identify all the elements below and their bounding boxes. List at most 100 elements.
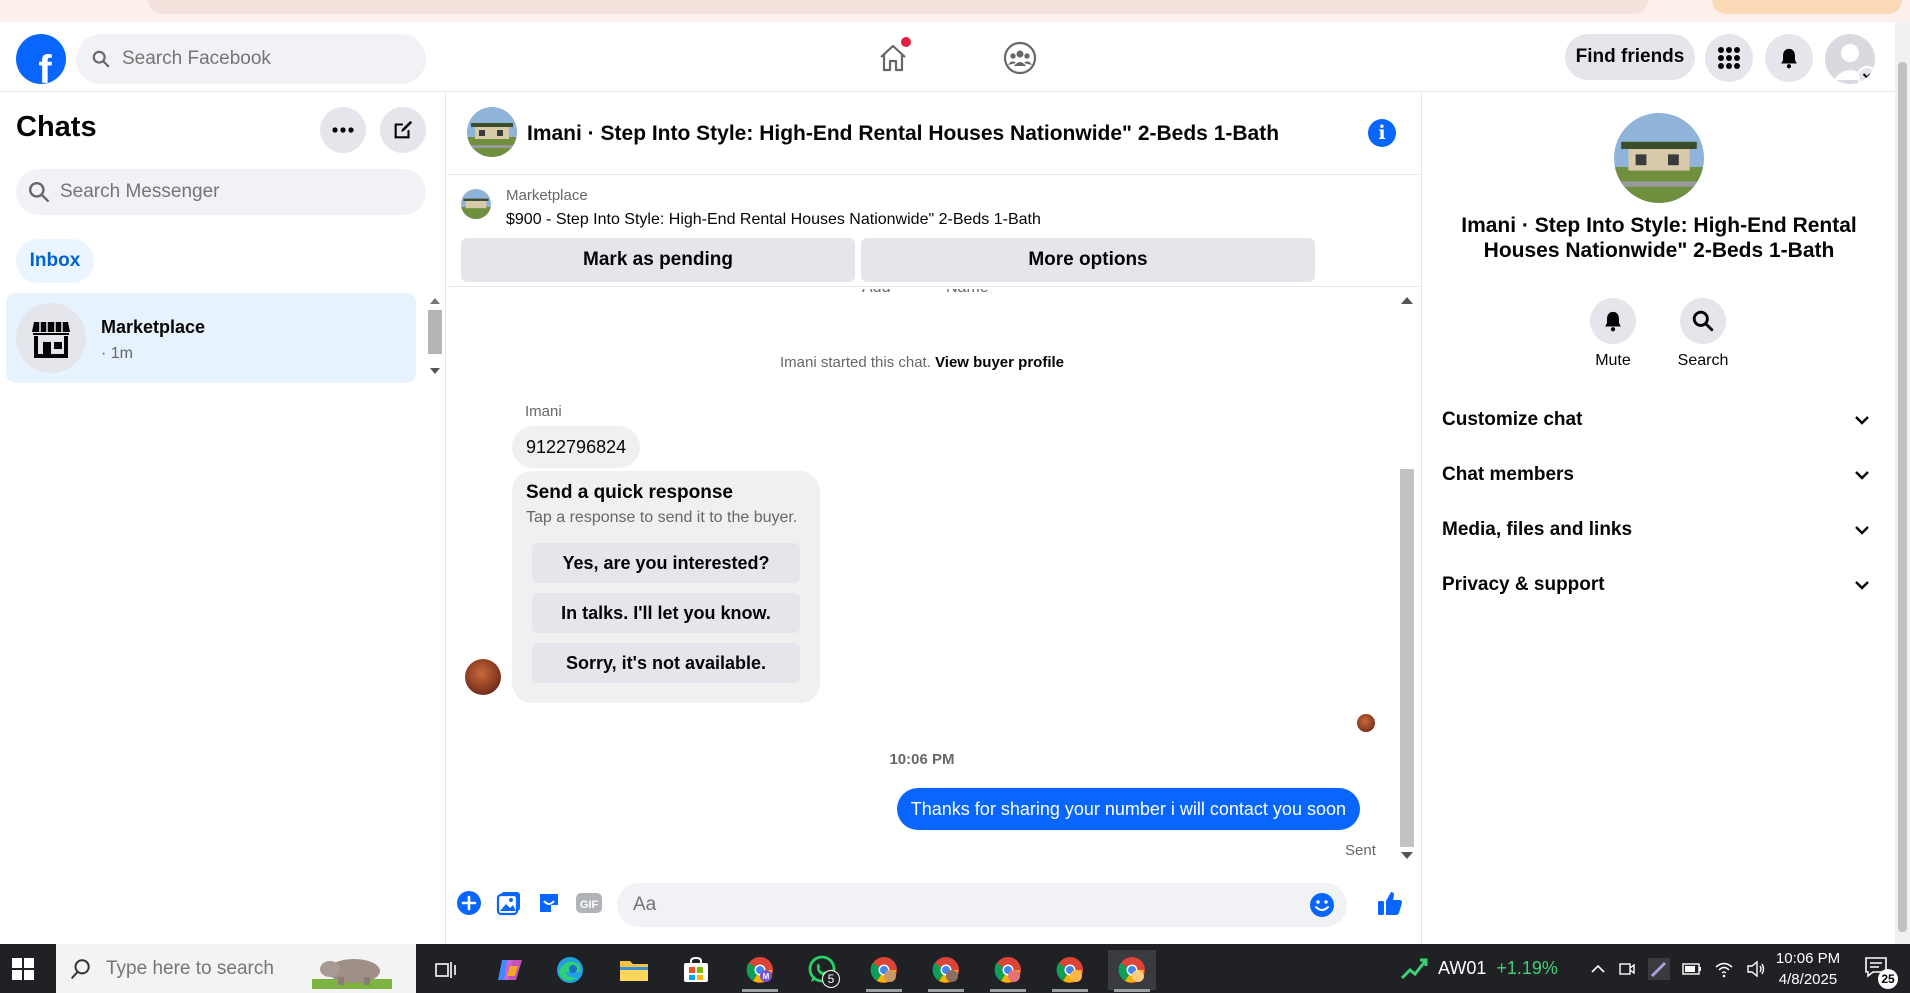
chat-members-section[interactable]: Chat members [1428, 452, 1882, 498]
taskbar-clock[interactable]: 10:06 PM 4/8/2025 [1760, 948, 1856, 990]
browser-address-bar[interactable] [148, 0, 1648, 14]
find-friends-button[interactable]: Find friends [1565, 34, 1695, 80]
chevron-down-icon [1855, 416, 1869, 425]
chrome-profile-app[interactable]: M [736, 950, 784, 992]
gif-button[interactable]: GIF [574, 888, 604, 918]
message-input-box[interactable] [617, 883, 1347, 927]
chrome-app[interactable] [860, 950, 908, 992]
quick-response-option[interactable]: In talks. I'll let you know. [532, 593, 800, 633]
sender-avatar[interactable] [465, 659, 501, 695]
scroll-up-arrow-icon[interactable] [1401, 297, 1413, 304]
listing-profile-photo[interactable] [1614, 113, 1704, 203]
pen-icon[interactable] [1648, 958, 1670, 980]
search-action[interactable]: Search [1663, 298, 1743, 370]
microsoft-store-app[interactable] [672, 950, 720, 990]
stock-symbol: AW01 [1438, 957, 1487, 978]
outgoing-message[interactable]: Thanks for sharing your number i will co… [896, 788, 1360, 830]
home-nav-button[interactable] [868, 34, 918, 82]
conversation-scrollbar[interactable] [1397, 293, 1417, 861]
quick-response-option[interactable]: Yes, are you interested? [532, 543, 800, 583]
svg-text:M: M [763, 972, 770, 981]
media-files-links-section[interactable]: Media, files and links [1428, 507, 1882, 553]
battery-icon[interactable] [1682, 962, 1702, 976]
chevron-up-icon[interactable] [1590, 961, 1606, 977]
browser-tab-strip [0, 0, 1910, 22]
chrome-app[interactable] [922, 950, 970, 992]
whatsapp-app[interactable]: 5 [798, 950, 846, 990]
scrollbar-thumb[interactable] [1898, 62, 1907, 932]
more-actions-button[interactable] [454, 888, 484, 918]
photo-icon [496, 892, 520, 916]
chrome-icon [1118, 957, 1145, 983]
account-avatar[interactable] [1825, 34, 1875, 84]
search-icon [92, 50, 110, 68]
hippo-search-highlight-icon [312, 958, 392, 989]
conversation-panel: Imani · Step Into Style: High-End Rental… [447, 93, 1420, 944]
page-scrollbar[interactable] [1895, 22, 1910, 944]
search-messenger-box[interactable] [16, 169, 426, 215]
search-facebook-box[interactable] [76, 34, 426, 84]
inbox-filter-tab[interactable]: Inbox [16, 239, 94, 283]
stock-widget[interactable]: AW01 +1.19% [1400, 956, 1558, 980]
browser-profile-button[interactable] [1712, 0, 1902, 14]
mute-action[interactable]: Mute [1573, 298, 1653, 370]
emoji-button[interactable] [1309, 892, 1335, 923]
notifications-button[interactable] [1765, 34, 1813, 82]
message-input[interactable] [633, 894, 1283, 916]
facebook-logo[interactable]: f [16, 34, 66, 84]
search-icon [1692, 310, 1714, 332]
start-button[interactable] [12, 958, 34, 985]
listing-avatar[interactable] [467, 107, 517, 157]
quick-response-title: Send a quick response [526, 482, 733, 503]
customize-chat-section[interactable]: Customize chat [1428, 397, 1882, 443]
chevron-down-icon [1855, 526, 1869, 535]
copilot-app[interactable] [486, 950, 534, 990]
file-explorer-app[interactable] [610, 950, 658, 990]
quick-response-option[interactable]: Sorry, it's not available. [532, 643, 800, 683]
conversation-info-button[interactable]: i [1368, 119, 1396, 147]
search-facebook-input[interactable] [122, 48, 402, 70]
plus-circle-icon [457, 891, 481, 915]
meet-now-icon[interactable] [1618, 960, 1636, 978]
chat-list-item[interactable]: Marketplace · 1m [6, 293, 416, 383]
sticker-button[interactable] [534, 888, 564, 918]
chat-list-scrollbar[interactable] [426, 293, 444, 379]
view-buyer-profile-link[interactable]: View buyer profile [935, 354, 1064, 371]
like-button[interactable] [1375, 888, 1405, 918]
marketplace-avatar [16, 303, 86, 373]
taskbar-search-box[interactable] [56, 944, 416, 993]
edge-icon [557, 957, 583, 983]
quick-response-subtitle: Tap a response to send it to the buyer. [526, 509, 798, 526]
menu-button[interactable] [1705, 34, 1753, 82]
notification-center-button[interactable]: 25 [1864, 956, 1898, 989]
listing-thumbnail[interactable] [461, 189, 491, 219]
scroll-down-arrow-icon[interactable] [430, 368, 440, 375]
scroll-up-arrow-icon[interactable] [430, 297, 440, 304]
compose-icon [394, 120, 413, 139]
scrollbar-thumb[interactable] [1400, 469, 1414, 847]
chat-options-button[interactable] [320, 107, 366, 153]
chrome-app[interactable] [1046, 950, 1094, 992]
wifi-icon[interactable] [1714, 960, 1734, 978]
task-view-button[interactable] [422, 950, 470, 990]
mark-as-pending-button[interactable]: Mark as pending [461, 238, 855, 282]
listing-description[interactable]: $900 - Step Into Style: High-End Rental … [506, 211, 1041, 229]
conversation-title[interactable]: Imani · Step Into Style: High-End Rental… [527, 122, 1279, 146]
taskbar-search-input[interactable] [106, 957, 306, 980]
incoming-message[interactable]: 9122796824 [512, 426, 641, 468]
chrome-app[interactable] [984, 950, 1032, 992]
scrollbar-thumb[interactable] [428, 310, 442, 354]
privacy-support-section[interactable]: Privacy & support [1428, 562, 1882, 608]
groups-nav-button[interactable] [995, 34, 1045, 82]
scroll-down-arrow-icon[interactable] [1401, 852, 1413, 859]
attach-media-button[interactable] [494, 888, 524, 918]
edge-app[interactable] [546, 950, 594, 990]
thumbs-up-icon [1378, 892, 1402, 915]
grid-menu-icon [1718, 47, 1740, 69]
more-options-button[interactable]: More options [861, 238, 1315, 282]
emoji-icon [1310, 893, 1334, 917]
clock-time: 10:06 PM [1775, 950, 1841, 967]
chrome-app-active[interactable] [1108, 950, 1156, 992]
new-message-button[interactable] [380, 107, 426, 153]
search-messenger-input[interactable] [60, 181, 400, 203]
